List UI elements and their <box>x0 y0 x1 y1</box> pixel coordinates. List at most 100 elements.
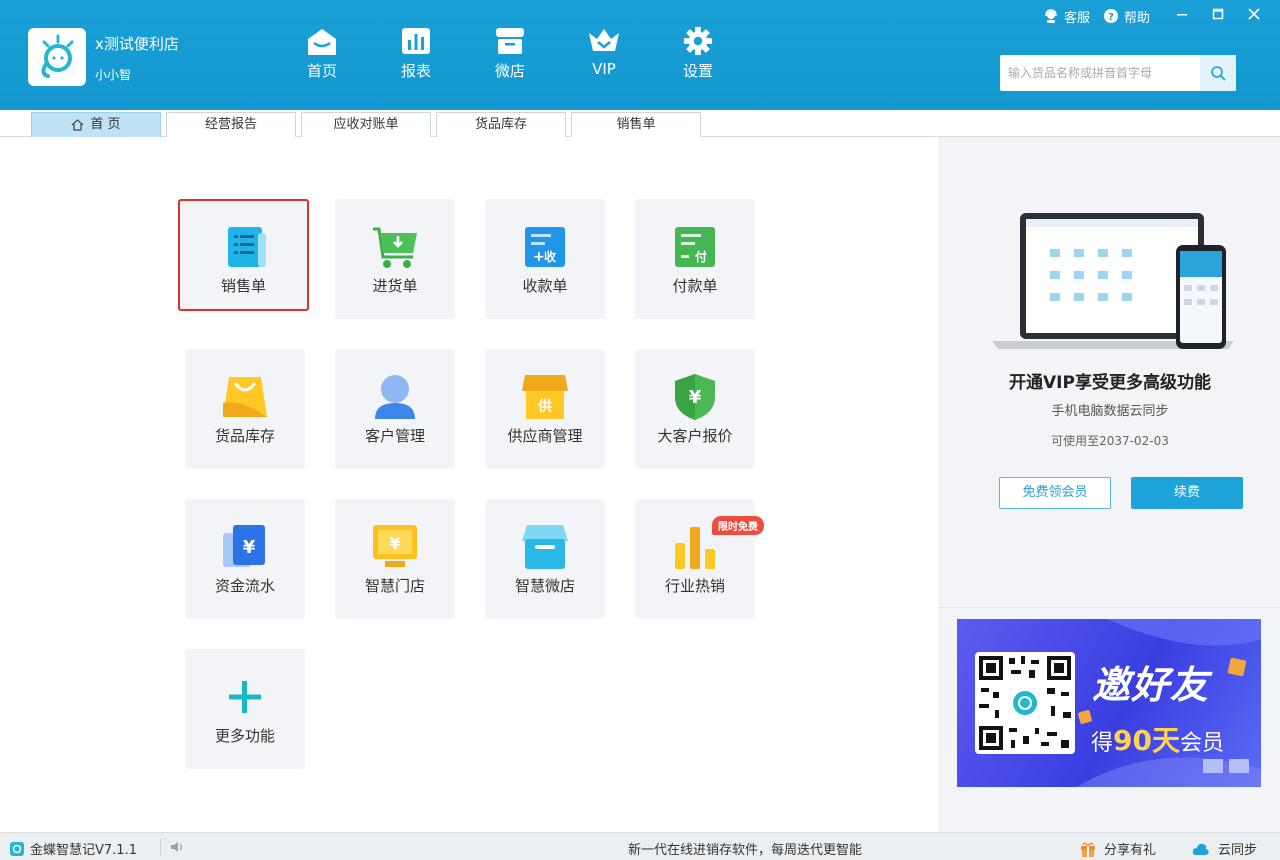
tab-inventory[interactable]: 货品库存 <box>436 112 566 137</box>
close-icon <box>1248 8 1260 20</box>
sales-order-card[interactable]: 销售单 <box>178 199 309 311</box>
inventory-label: 货品库存 <box>214 427 275 445</box>
nav-settings-label: 设置 <box>682 62 713 80</box>
tab-label: 应收对账单 <box>333 117 399 132</box>
share-gift-button[interactable]: 分享有礼 <box>1080 839 1156 858</box>
tab-home[interactable]: 首 页 <box>31 112 161 137</box>
service-button[interactable]: 客服 <box>1044 7 1090 26</box>
nav-report[interactable]: 报表 <box>386 26 446 86</box>
home-icon <box>72 118 84 131</box>
gift-icon <box>1081 842 1095 857</box>
supplier-icon: 供 <box>522 375 568 419</box>
plus-icon <box>229 681 261 713</box>
nav-microshop[interactable]: 微店 <box>480 26 540 86</box>
banner-headline: 邀好友 <box>1092 663 1210 707</box>
devices-illustration <box>992 213 1234 349</box>
nav-vip-label: VIP <box>592 60 616 78</box>
inventory-card[interactable]: 货品库存 <box>185 349 305 469</box>
window-controls: 客服 ? 帮助 <box>1044 6 1280 26</box>
minimize-icon <box>1177 14 1187 16</box>
key-account-price-card[interactable]: ¥ 大客户报价 <box>635 349 755 469</box>
banner-offer: 得90天会员 <box>1091 719 1224 759</box>
service-label: 客服 <box>1063 10 1090 26</box>
help-button[interactable]: ? 帮助 <box>1103 7 1150 26</box>
tab-business-report[interactable]: 经营报告 <box>166 112 296 137</box>
nav-home-label: 首页 <box>306 62 337 80</box>
nav-home[interactable]: 首页 <box>292 26 352 86</box>
version-label: 金蝶智慧记V7.1.1 <box>30 843 137 858</box>
smart-microshop-card[interactable]: 智慧微店 <box>485 499 605 619</box>
supplier-card[interactable]: 供 供应商管理 <box>485 349 605 469</box>
function-grid: 销售单 进货单 + 收 收款单 付 付款单 货品库存 客户管理 供 供应商管理 … <box>0 137 938 832</box>
tab-label: 销售单 <box>616 117 656 132</box>
search-button[interactable] <box>1200 55 1236 91</box>
nav-settings[interactable]: 设置 <box>668 26 728 86</box>
close-button[interactable] <box>1236 6 1272 26</box>
search-input[interactable] <box>1000 55 1200 91</box>
maximize-button[interactable] <box>1200 6 1236 26</box>
customer-card[interactable]: 客户管理 <box>335 349 455 469</box>
purchase-order-label: 进货单 <box>372 277 418 295</box>
payment-label: 付款单 <box>672 277 718 295</box>
sync-label: 云同步 <box>1218 843 1258 858</box>
store-name: x测试便利店 <box>95 35 179 53</box>
free-membership-button[interactable]: 免费领会员 <box>999 477 1111 509</box>
nav-report-label: 报表 <box>400 62 431 80</box>
shop-icon <box>493 26 527 56</box>
receipt-icon: + 收 <box>525 227 565 267</box>
svg-text:+: + <box>533 249 545 265</box>
smart-store-card[interactable]: ¥ 智慧门店 <box>335 499 455 619</box>
monitor-mark: ¥ <box>389 534 400 553</box>
key-account-price-label: 大客户报价 <box>657 427 733 445</box>
crown-icon <box>587 26 621 56</box>
more-functions-label: 更多功能 <box>214 727 275 745</box>
vip-title: 开通VIP享受更多高级功能 <box>1009 373 1211 393</box>
cloud-sync-button[interactable]: 云同步 <box>1192 839 1257 858</box>
share-label: 分享有礼 <box>1104 843 1157 858</box>
payment-icon: 付 <box>675 227 715 267</box>
microshop-icon <box>522 525 568 569</box>
chart-icon <box>399 26 433 56</box>
qr-code <box>975 652 1075 754</box>
shield-price-icon: ¥ <box>675 374 715 420</box>
shield-price-mark: ¥ <box>689 387 702 408</box>
receipt-card[interactable]: + 收 收款单 <box>485 199 605 319</box>
monitor-icon: ¥ <box>373 525 417 567</box>
limited-free-badge: 限时免费 <box>712 516 764 535</box>
search-icon <box>1211 66 1226 81</box>
banner-days: 90天 <box>1113 724 1180 757</box>
cash-flow-card[interactable]: ¥ 资金流水 <box>185 499 305 619</box>
help-icon: ? <box>1103 9 1118 23</box>
minimize-button[interactable] <box>1164 6 1200 26</box>
money-flow-mark: ¥ <box>243 537 256 558</box>
tab-home-label: 首 页 <box>90 117 121 132</box>
sales-order-label: 销售单 <box>220 277 266 295</box>
more-functions-card[interactable]: 更多功能 <box>185 649 305 769</box>
supplier-label: 供应商管理 <box>507 427 583 445</box>
search-box <box>1000 55 1236 91</box>
banner-prefix: 得 <box>1091 731 1114 756</box>
customer-icon <box>375 375 415 419</box>
tab-sales-order[interactable]: 销售单 <box>571 112 701 137</box>
bag-icon <box>223 377 267 417</box>
svg-text:?: ? <box>1108 12 1114 23</box>
payment-card[interactable]: 付 付款单 <box>635 199 755 319</box>
help-label: 帮助 <box>1123 10 1150 26</box>
nav-vip[interactable]: VIP <box>574 26 634 86</box>
app-logo <box>28 28 86 86</box>
vip-valid-until: 可使用至2037-02-03 <box>1051 434 1169 448</box>
banner-suffix: 会员 <box>1179 731 1224 756</box>
cloud-icon <box>1192 843 1209 855</box>
vip-subtitle: 手机电脑数据云同步 <box>1051 404 1169 419</box>
sales-order-icon <box>228 227 266 267</box>
speaker-icon[interactable] <box>170 841 184 853</box>
renew-button[interactable]: 续费 <box>1131 477 1243 509</box>
purchase-order-card[interactable]: 进货单 <box>335 199 455 319</box>
home-icon <box>305 26 339 56</box>
invite-friends-banner[interactable]: 邀好友 得90天会员 <box>957 619 1261 787</box>
status-bar: 金蝶智慧记V7.1.1 新一代在线进销存软件，每周迭代更智能 分享有礼 云同步 <box>0 832 1280 860</box>
cash-flow-label: 资金流水 <box>214 577 275 595</box>
money-flow-icon: ¥ <box>223 525 265 567</box>
tab-receivable-statement[interactable]: 应收对账单 <box>301 112 431 137</box>
payment-mark: 付 <box>695 249 707 264</box>
